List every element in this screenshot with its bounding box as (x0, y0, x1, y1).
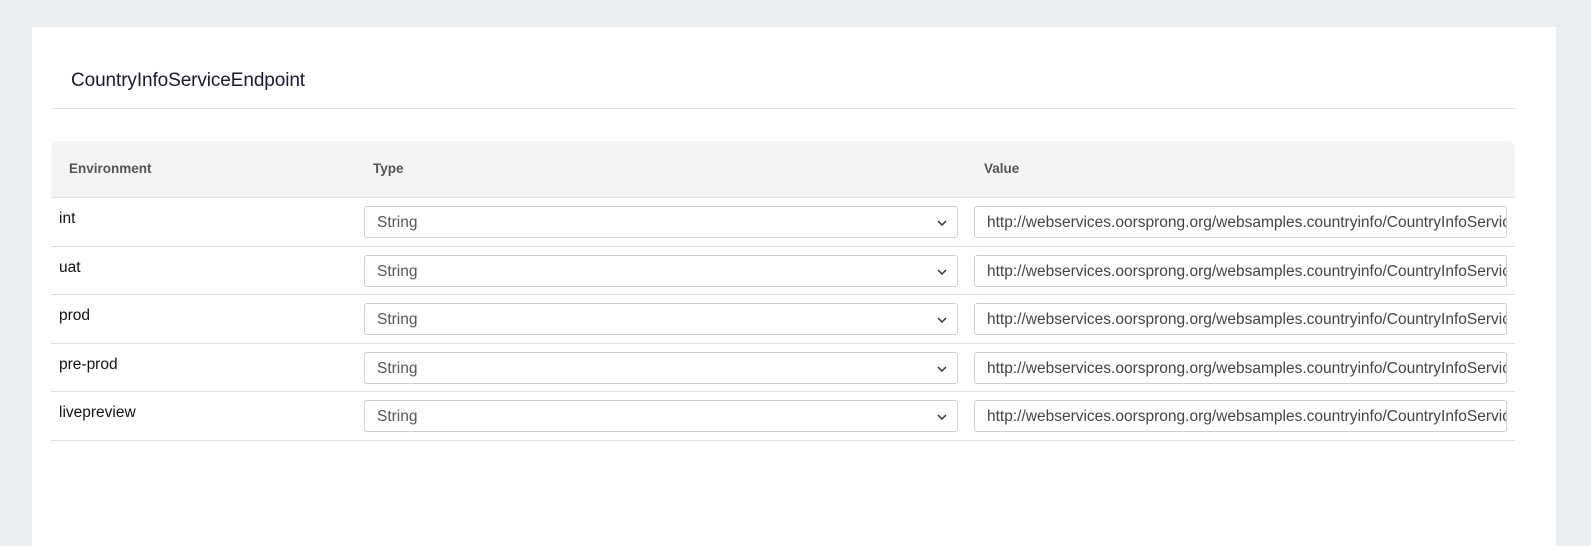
type-select-value: String (377, 262, 418, 280)
environment-table: Environment Type Value int String http:/… (51, 141, 1515, 441)
environment-name: livepreview (59, 404, 136, 421)
environment-name: prod (59, 307, 91, 324)
table-row: int String http://webservices.oorsprong.… (51, 198, 1515, 247)
environment-name: uat (59, 258, 81, 276)
value-input[interactable]: http://webservices.oorsprong.org/websamp… (974, 351, 1507, 384)
environment-name: pre-prod (59, 355, 118, 373)
value-input-text: http://webservices.oorsprong.org/websamp… (987, 359, 1507, 377)
type-select-value: String (377, 311, 418, 328)
environment-name: int (59, 210, 76, 227)
chevron-down-icon (937, 220, 947, 227)
type-select[interactable]: String (364, 254, 958, 287)
chevron-down-icon (937, 414, 947, 421)
type-select[interactable]: String (364, 400, 958, 432)
chevron-down-icon (937, 317, 947, 324)
page-title: CountryInfoServiceEndpoint (71, 70, 305, 91)
card-header: CountryInfoServiceEndpoint (51, 27, 1515, 109)
table-row: livepreview String http://webservices.oo… (51, 392, 1515, 441)
table-header: Environment Type Value (51, 141, 1515, 198)
value-input-text: http://webservices.oorsprong.org/websamp… (987, 262, 1507, 280)
value-input-text: http://webservices.oorsprong.org/websamp… (987, 408, 1507, 425)
column-header-environment: Environment (69, 161, 152, 176)
type-select-value: String (377, 408, 418, 425)
value-input[interactable]: http://webservices.oorsprong.org/websamp… (974, 206, 1507, 238)
value-input[interactable]: http://webservices.oorsprong.org/websamp… (974, 254, 1507, 287)
table-row: uat String http://webservices.oorsprong.… (51, 247, 1515, 295)
table-row: prod String http://webservices.oorsprong… (51, 295, 1515, 344)
type-select-value: String (377, 214, 418, 231)
type-select[interactable]: String (364, 206, 958, 238)
settings-card: CountryInfoServiceEndpoint Environment T… (32, 27, 1556, 546)
type-select-value: String (377, 359, 418, 377)
value-input[interactable]: http://webservices.oorsprong.org/websamp… (974, 303, 1507, 335)
type-select[interactable]: String (364, 351, 958, 384)
chevron-down-icon (937, 365, 947, 372)
chevron-down-icon (937, 268, 947, 275)
column-header-value: Value (984, 161, 1020, 176)
value-input[interactable]: http://webservices.oorsprong.org/websamp… (974, 400, 1507, 432)
value-input-text: http://webservices.oorsprong.org/websamp… (987, 214, 1507, 231)
column-header-type: Type (373, 161, 404, 176)
table-row: pre-prod String http://webservices.oorsp… (51, 344, 1515, 392)
value-input-text: http://webservices.oorsprong.org/websamp… (987, 311, 1507, 328)
type-select[interactable]: String (364, 303, 958, 335)
